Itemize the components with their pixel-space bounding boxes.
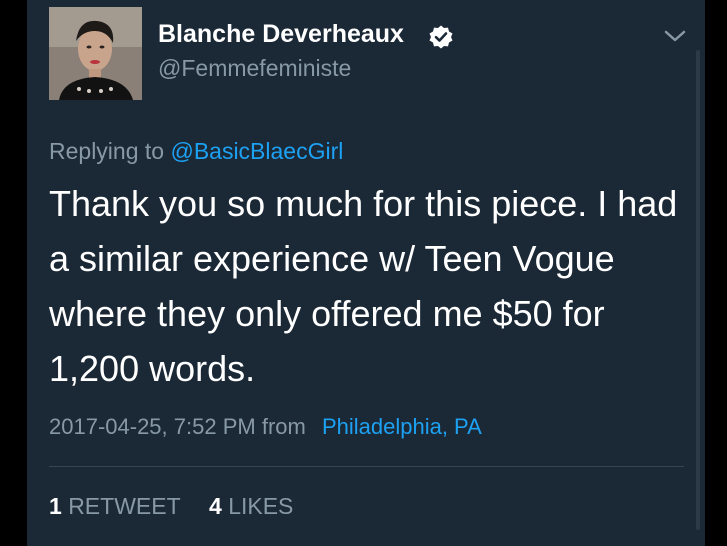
divider bbox=[49, 466, 684, 467]
scrollbar[interactable] bbox=[696, 50, 700, 530]
likes-stat[interactable]: 4 LIKES bbox=[209, 493, 293, 519]
chevron-down-icon[interactable] bbox=[664, 28, 686, 44]
tweet-meta: 2017-04-25, 7:52 PM from Philadelphia, P… bbox=[49, 414, 482, 440]
replying-prefix: Replying to bbox=[49, 138, 165, 164]
display-name[interactable]: Blanche Deverheaux bbox=[158, 20, 404, 49]
retweets-stat[interactable]: 1 RETWEET bbox=[49, 493, 187, 519]
likes-count: 4 bbox=[209, 493, 222, 519]
verified-badge-icon bbox=[428, 24, 454, 50]
likes-label: LIKES bbox=[228, 493, 294, 519]
profile-photo bbox=[49, 7, 142, 100]
timestamp[interactable]: 2017-04-25, 7:52 PM bbox=[49, 414, 256, 439]
user-handle[interactable]: @Femmefeministe bbox=[158, 55, 351, 82]
reply-mention-link[interactable]: @BasicBlaecGirl bbox=[170, 138, 343, 164]
engagement-stats: 1 RETWEET 4 LIKES bbox=[49, 493, 293, 520]
location-link[interactable]: Philadelphia, PA bbox=[322, 414, 482, 439]
replying-to: Replying to @BasicBlaecGirl bbox=[49, 138, 343, 165]
retweets-count: 1 bbox=[49, 493, 62, 519]
avatar[interactable] bbox=[49, 7, 142, 100]
from-label: from bbox=[261, 414, 306, 439]
retweets-label: RETWEET bbox=[68, 493, 181, 519]
tweet-text: Thank you so much for this piece. I had … bbox=[49, 183, 678, 389]
